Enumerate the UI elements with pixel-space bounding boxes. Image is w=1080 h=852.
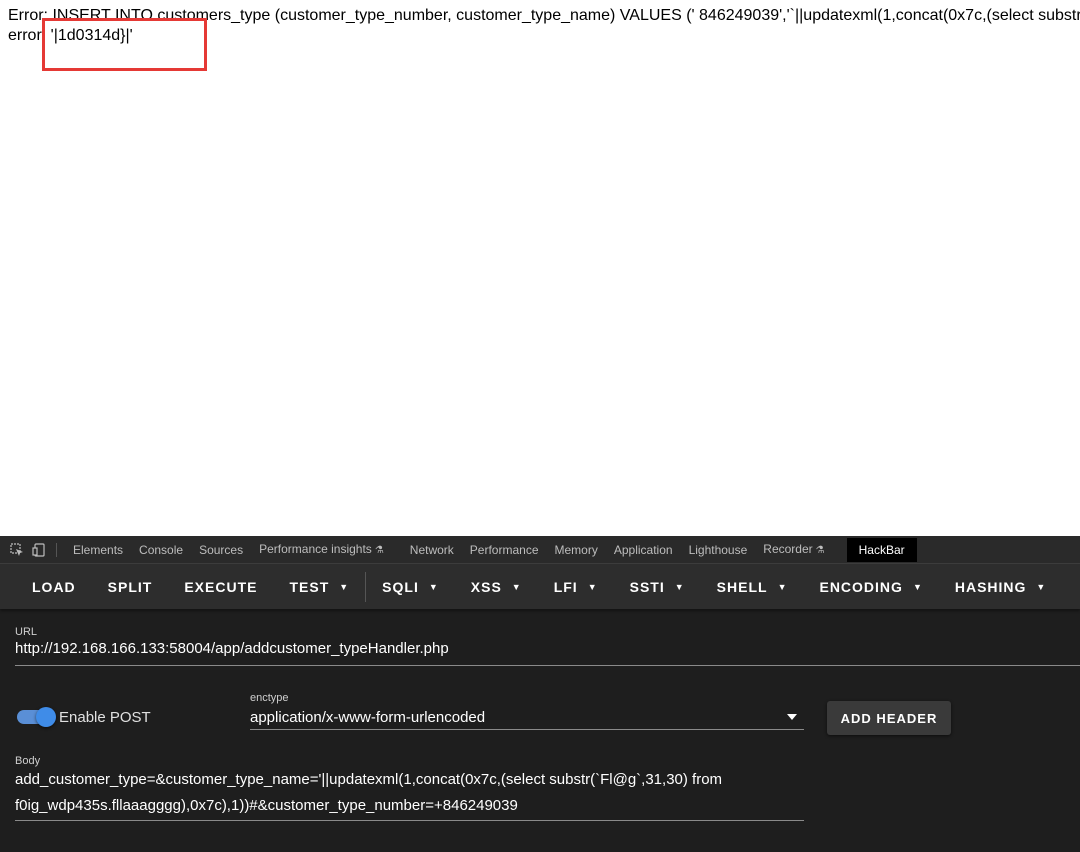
encoding-menu-label: ENCODING: [819, 578, 903, 595]
hashing-menu-label: HASHING: [954, 578, 1027, 595]
inspect-element-icon[interactable]: [9, 542, 25, 558]
sqli-menu-button[interactable]: SQLI ▼: [366, 579, 455, 595]
caret-down-icon: ▼: [912, 581, 923, 592]
url-input-underline: [15, 665, 1080, 666]
test-menu-label: TEST: [289, 578, 330, 595]
shell-menu-button[interactable]: SHELL ▼: [701, 579, 804, 595]
add-header-label: ADD HEADER: [840, 710, 938, 726]
hackbar-toolbar: LOAD SPLIT EXECUTE TEST ▼ SQLI ▼ XSS ▼ LFI ▼…: [0, 564, 1080, 609]
caret-down-icon: ▼: [339, 581, 350, 592]
tab-performance[interactable]: Performance: [462, 536, 547, 564]
ssti-menu-button[interactable]: SSTI ▼: [614, 579, 701, 595]
body-textarea-underline: [15, 820, 804, 821]
enctype-select-underline: [250, 729, 804, 730]
page-content: Error: INSERT INTO customers_type (custo…: [0, 0, 1080, 536]
flask-icon: ⚗: [815, 544, 825, 556]
add-header-button[interactable]: ADD HEADER: [827, 701, 951, 735]
toggle-knob: [36, 707, 56, 727]
execute-button[interactable]: EXECUTE: [168, 579, 273, 595]
caret-down-icon: ▼: [777, 581, 788, 592]
load-button-label: LOAD: [32, 578, 76, 595]
dropdown-arrow-icon[interactable]: [787, 714, 797, 720]
tab-elements[interactable]: Elements: [65, 536, 131, 564]
tab-performance-insights[interactable]: Performance insights ⚗: [251, 535, 392, 565]
body-label: Body: [15, 755, 41, 767]
ssti-menu-label: SSTI: [629, 578, 665, 595]
enable-post-toggle[interactable]: [17, 707, 56, 727]
lfi-menu-button[interactable]: LFI ▼: [538, 579, 614, 595]
body-textarea-line1[interactable]: add_customer_type=&customer_type_name='|…: [15, 771, 722, 788]
enctype-select[interactable]: application/x-www-form-urlencoded: [250, 709, 485, 726]
execute-button-label: EXECUTE: [184, 578, 258, 595]
tab-console[interactable]: Console: [131, 536, 191, 564]
load-button[interactable]: LOAD: [16, 579, 92, 595]
tab-network[interactable]: Network: [402, 536, 462, 564]
tab-recorder[interactable]: Recorder ⚗: [755, 535, 832, 565]
body-textarea-line2[interactable]: f0ig_wdp435s.fllaaagggg),0x7c),1))#&cust…: [15, 797, 518, 814]
tab-lighthouse[interactable]: Lighthouse: [681, 536, 756, 564]
caret-down-icon: ▼: [1036, 581, 1047, 592]
split-button[interactable]: SPLIT: [92, 579, 169, 595]
enctype-label: enctype: [250, 692, 289, 704]
highlight-annotation-box: [42, 18, 207, 71]
test-menu-button[interactable]: TEST ▼: [273, 579, 365, 595]
split-button-label: SPLIT: [107, 578, 153, 595]
devtools-tab-bar: Elements Console Sources Performance ins…: [0, 536, 1080, 564]
caret-down-icon: ▼: [674, 581, 685, 592]
tab-sources[interactable]: Sources: [191, 536, 251, 564]
url-label: URL: [15, 626, 38, 638]
encoding-menu-button[interactable]: ENCODING ▼: [803, 579, 938, 595]
tab-separator: [56, 542, 57, 557]
tab-performance-insights-label: Performance insights: [259, 541, 372, 556]
xss-menu-label: XSS: [470, 578, 502, 595]
enable-post-label: Enable POST: [59, 709, 151, 726]
caret-down-icon: ▼: [587, 581, 598, 592]
sqli-menu-label: SQLI: [382, 578, 419, 595]
tab-application[interactable]: Application: [606, 536, 681, 564]
shell-menu-label: SHELL: [716, 578, 768, 595]
tab-recorder-label: Recorder: [763, 541, 813, 556]
hashing-menu-button[interactable]: HASHING ▼: [939, 579, 1062, 595]
caret-down-icon: ▼: [511, 581, 522, 592]
xss-menu-button[interactable]: XSS ▼: [455, 579, 538, 595]
lfi-menu-label: LFI: [553, 578, 578, 595]
devtools-panel: Elements Console Sources Performance ins…: [0, 536, 1080, 852]
tab-hackbar[interactable]: HackBar: [846, 537, 917, 562]
flask-icon: ⚗: [374, 544, 384, 556]
url-input[interactable]: http://192.168.166.133:58004/app/addcust…: [15, 640, 449, 657]
caret-down-icon: ▼: [428, 581, 439, 592]
device-toolbar-icon[interactable]: [31, 542, 47, 558]
tab-memory[interactable]: Memory: [547, 536, 606, 564]
